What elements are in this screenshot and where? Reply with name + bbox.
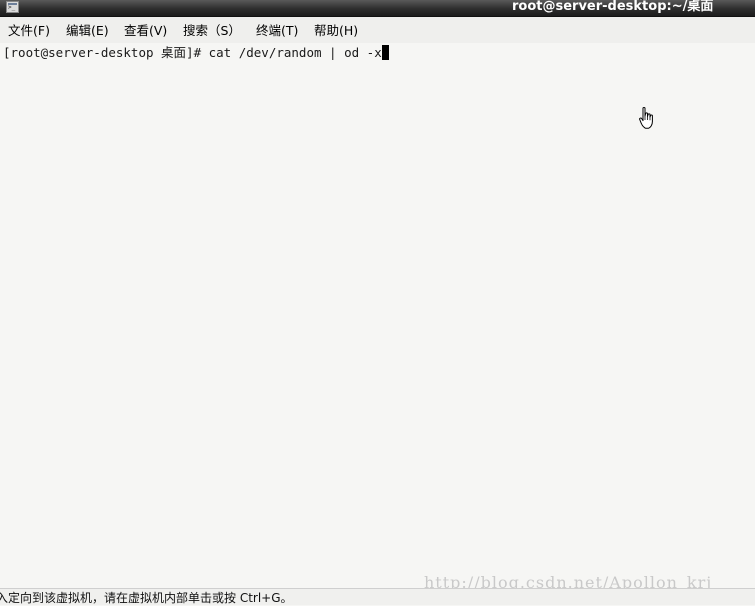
window-title: root@server-desktop:~/桌面	[512, 0, 714, 14]
terminal-icon[interactable]	[6, 1, 19, 13]
menu-view[interactable]: 查看(V)	[124, 22, 167, 40]
menu-bar	[0, 17, 755, 43]
terminal-prompt: [root@server-desktop 桌面]#	[3, 45, 209, 60]
menu-terminal[interactable]: 终端(T)	[256, 22, 298, 40]
window-titlebar[interactable]: root@server-desktop:~/桌面	[0, 0, 755, 17]
terminal-command: cat /dev/random | od -x	[208, 45, 382, 60]
menu-file[interactable]: 文件(F)	[8, 22, 50, 40]
menu-help[interactable]: 帮助(H)	[314, 22, 358, 40]
menu-edit[interactable]: 编辑(E)	[66, 22, 109, 40]
hand-pointer-icon	[639, 106, 653, 129]
text-cursor	[381, 45, 389, 60]
terminal-command-line: [root@server-desktop 桌面]# cat /dev/rando…	[3, 44, 389, 61]
menu-search[interactable]: 搜索（S）	[183, 22, 241, 40]
